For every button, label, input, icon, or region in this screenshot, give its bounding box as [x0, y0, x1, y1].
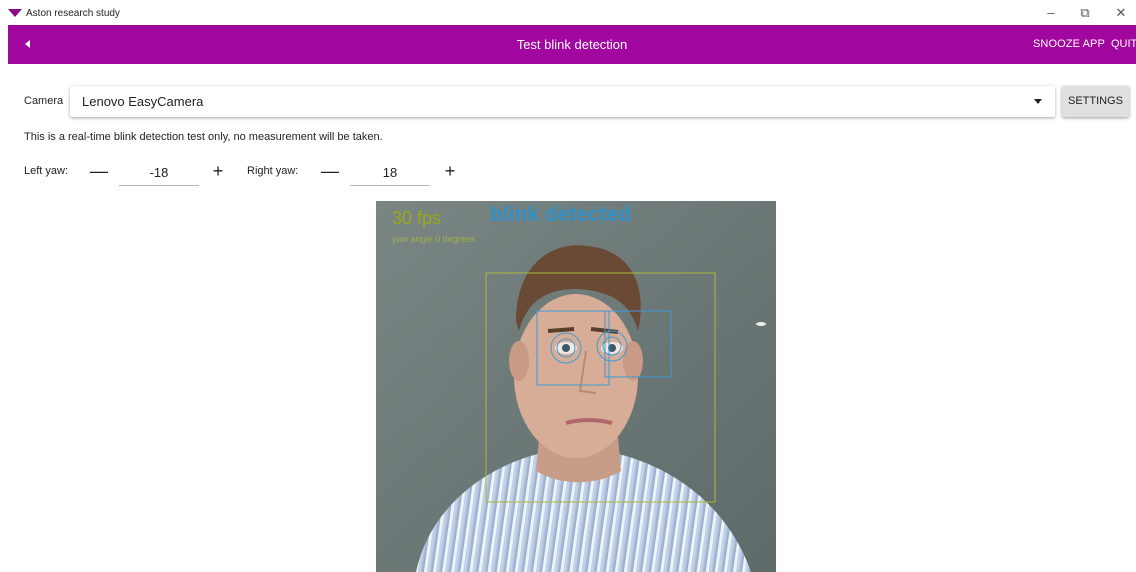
- quit-button[interactable]: QUIT: [1111, 38, 1136, 50]
- blink-status: blink detected: [490, 203, 632, 226]
- right-yaw-increment-button[interactable]: +: [440, 161, 460, 181]
- minimize-button[interactable]: –: [1040, 4, 1062, 22]
- page-title: Test blink detection: [516, 37, 628, 52]
- snooze-app-button[interactable]: SNOOZE APP: [1033, 38, 1105, 50]
- left-yaw-decrement-button[interactable]: —: [89, 161, 109, 181]
- right-yaw-label: Right yaw:: [247, 165, 299, 177]
- camera-preview: [376, 201, 776, 572]
- header-bar: Test blink detection SNOOZE APP QUIT: [8, 25, 1136, 64]
- app-logo-icon: [8, 9, 22, 17]
- left-yaw-input[interactable]: [119, 160, 199, 186]
- left-yaw-increment-button[interactable]: +: [208, 161, 228, 181]
- right-yaw-input[interactable]: [350, 160, 430, 186]
- right-yaw-decrement-button[interactable]: —: [320, 161, 340, 181]
- close-button[interactable]: ✕: [1110, 4, 1132, 22]
- camera-select[interactable]: Lenovo EasyCamera: [70, 86, 1055, 117]
- camera-selected-value: Lenovo EasyCamera: [82, 94, 204, 109]
- settings-button[interactable]: SETTINGS: [1062, 86, 1129, 117]
- restore-button[interactable]: ⧉: [1074, 4, 1096, 22]
- yaw-angle-readout: yaw angle 0 degrees: [392, 234, 476, 244]
- left-yaw-label: Left yaw:: [24, 165, 69, 177]
- camera-feed-image: [376, 201, 776, 572]
- chevron-down-icon: [1034, 99, 1042, 104]
- window-titlebar: Aston research study – ⧉ ✕: [0, 0, 1136, 26]
- camera-label: Camera: [24, 95, 64, 107]
- window-title: Aston research study: [26, 8, 120, 19]
- fps-counter: 30 fps: [392, 208, 442, 228]
- info-text: This is a real-time blink detection test…: [24, 131, 383, 143]
